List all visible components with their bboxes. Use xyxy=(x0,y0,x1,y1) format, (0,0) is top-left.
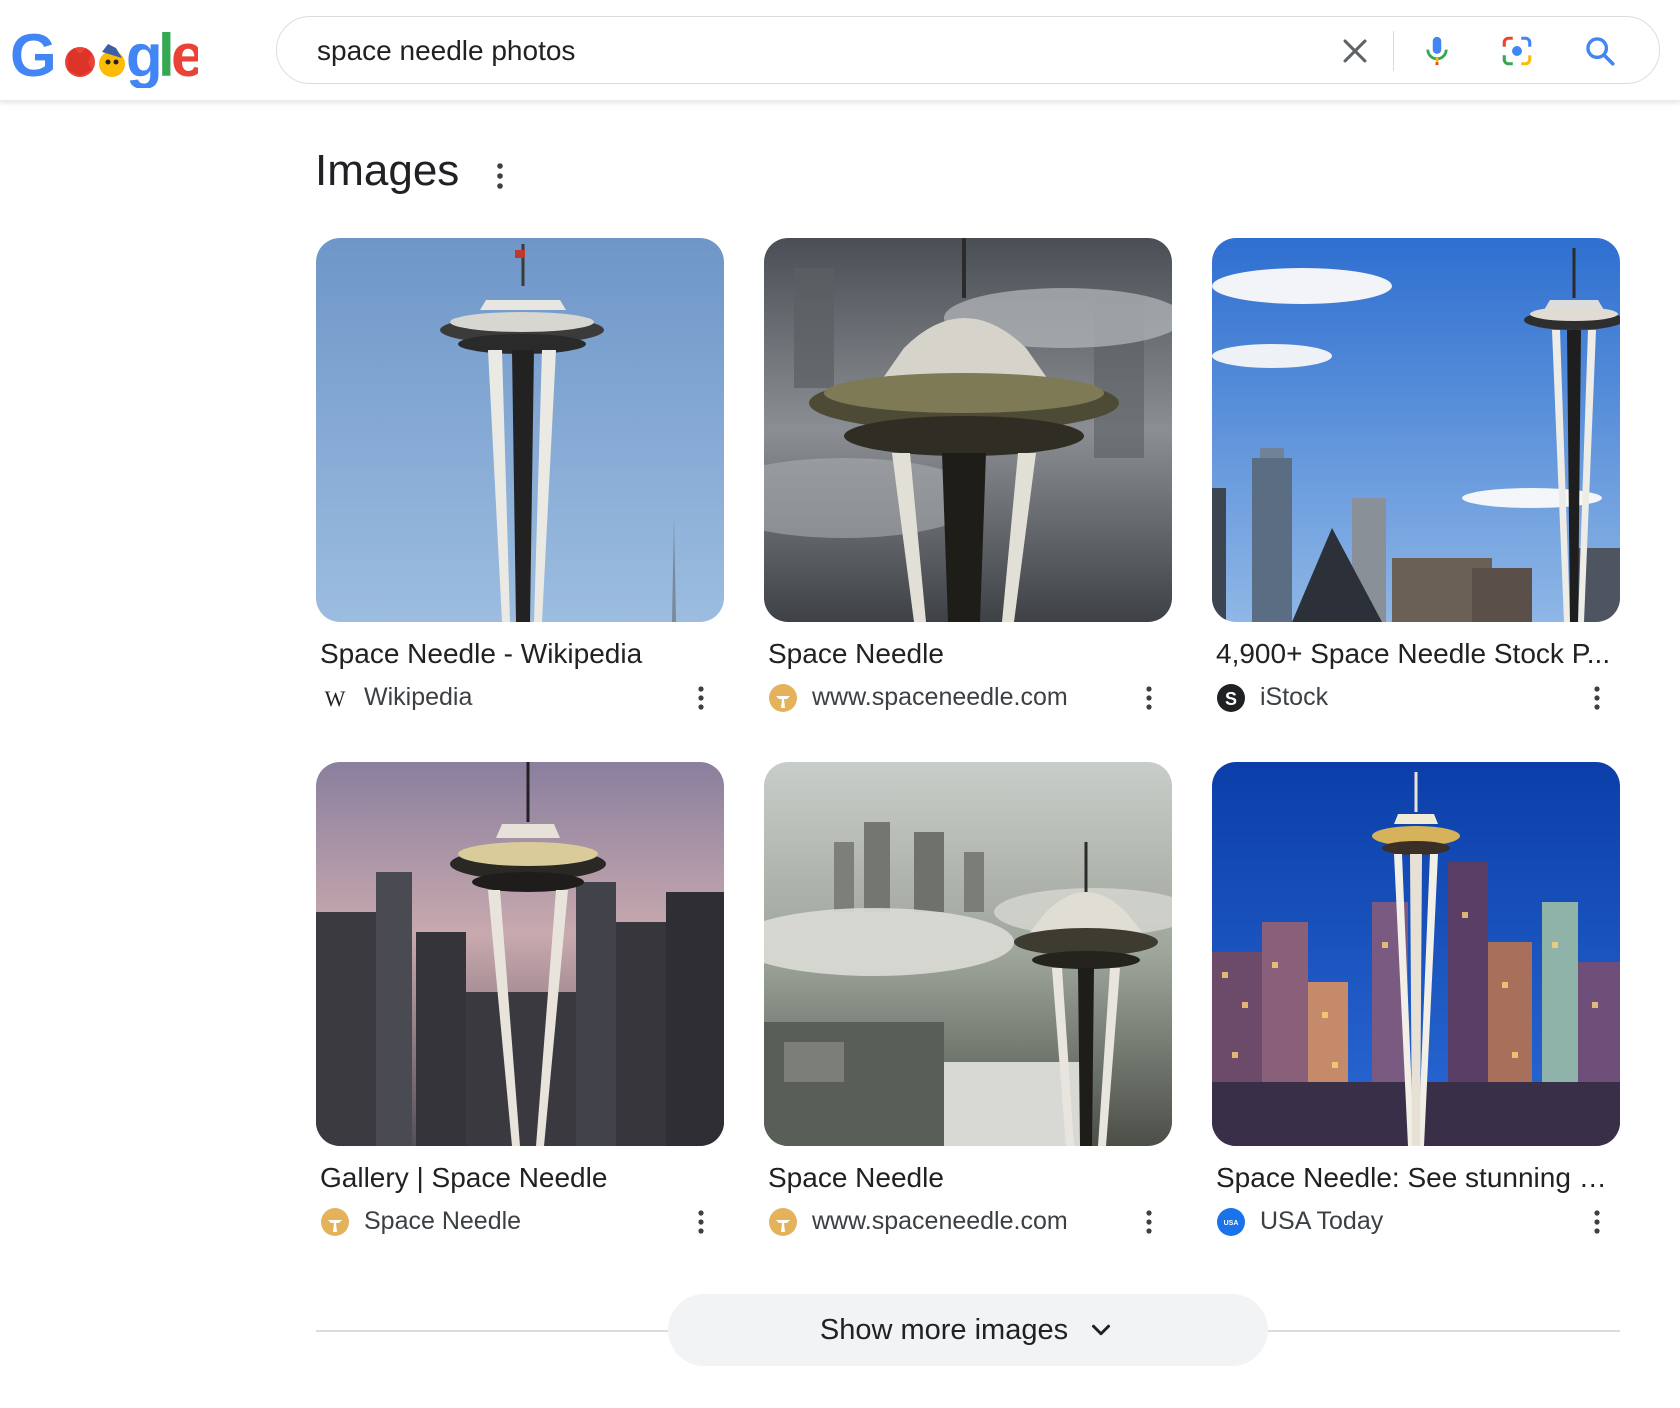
image-result-source-name[interactable]: www.spaceneedle.com xyxy=(812,1207,1068,1236)
spaceneedle-icon xyxy=(320,1207,350,1237)
image-result-card: 4,900+ Space Needle Stock P... S iStock xyxy=(1212,238,1620,716)
search-icon xyxy=(1586,37,1615,66)
space-needle-photo xyxy=(316,238,724,622)
space-needle-photo xyxy=(316,762,724,1146)
image-result-source-name[interactable]: www.spaceneedle.com xyxy=(812,683,1068,712)
image-result-source: USA USA Today xyxy=(1212,1204,1620,1240)
show-more-divider xyxy=(316,1330,676,1332)
image-result-more-button[interactable] xyxy=(1134,1204,1164,1240)
istock-icon: S xyxy=(1216,683,1246,713)
image-result-card: Gallery | Space Needle Space Needle xyxy=(316,762,724,1240)
image-result-more-button[interactable] xyxy=(686,680,716,716)
image-result-thumbnail[interactable] xyxy=(316,762,724,1146)
space-needle-photo xyxy=(1212,238,1620,622)
search-divider xyxy=(1393,31,1394,71)
clear-search-button[interactable] xyxy=(1333,29,1377,73)
image-result-title[interactable]: Space Needle - Wikipedia xyxy=(320,638,720,670)
image-result-more-button[interactable] xyxy=(686,1204,716,1240)
svg-text:S: S xyxy=(1225,689,1237,709)
google-doodle-logo[interactable]: G g l e xyxy=(8,18,204,89)
svg-text:USA: USA xyxy=(1224,1220,1239,1227)
image-result-more-button[interactable] xyxy=(1582,1204,1612,1240)
wikipedia-icon: W xyxy=(320,683,350,713)
chevron-down-icon xyxy=(1092,1324,1111,1336)
voice-search-button[interactable] xyxy=(1415,29,1459,73)
image-result-source-name[interactable]: Wikipedia xyxy=(364,683,472,712)
microphone-icon xyxy=(1426,36,1448,66)
image-result-more-button[interactable] xyxy=(1134,680,1164,716)
more-vert-icon xyxy=(698,1210,704,1234)
image-result-title[interactable]: Space Needle: See stunning p... xyxy=(1216,1162,1616,1194)
spaceneedle-icon xyxy=(768,683,798,713)
more-vert-icon xyxy=(1594,1210,1600,1234)
image-result-thumbnail[interactable] xyxy=(1212,238,1620,622)
show-more-divider xyxy=(1260,1330,1620,1332)
image-result-source: Space Needle xyxy=(316,1204,724,1240)
images-section-menu-button[interactable] xyxy=(488,158,512,194)
show-more-images-button[interactable]: Show more images xyxy=(668,1294,1268,1366)
space-needle-photo xyxy=(764,762,1172,1146)
space-needle-photo xyxy=(1212,762,1620,1146)
svg-text:e: e xyxy=(171,22,198,88)
image-result-card: Space Needle: See stunning p... USA USA … xyxy=(1212,762,1620,1240)
usatoday-icon: USA xyxy=(1216,1207,1246,1237)
image-result-source: www.spaceneedle.com xyxy=(764,680,1172,716)
image-result-card: Space Needle - Wikipedia W Wikipedia xyxy=(316,238,724,716)
spaceneedle-icon xyxy=(768,1207,798,1237)
search-box[interactable] xyxy=(276,16,1660,84)
more-vert-icon xyxy=(1146,1210,1152,1234)
image-result-more-button[interactable] xyxy=(1582,680,1612,716)
svg-text:W: W xyxy=(325,686,346,711)
google-lens-icon xyxy=(1502,36,1532,66)
image-result-title[interactable]: Gallery | Space Needle xyxy=(320,1162,720,1194)
svg-text:G: G xyxy=(10,22,57,88)
image-result-source-name[interactable]: Space Needle xyxy=(364,1207,521,1236)
space-needle-photo xyxy=(764,238,1172,622)
more-vert-icon xyxy=(497,163,503,189)
image-result-thumbnail[interactable] xyxy=(764,762,1172,1146)
image-result-source: www.spaceneedle.com xyxy=(764,1204,1172,1240)
close-icon xyxy=(1343,39,1367,63)
more-vert-icon xyxy=(698,686,704,710)
image-result-title[interactable]: Space Needle xyxy=(768,1162,1168,1194)
image-result-thumbnail[interactable] xyxy=(316,238,724,622)
image-result-thumbnail[interactable] xyxy=(1212,762,1620,1146)
google-lens-button[interactable] xyxy=(1495,29,1539,73)
image-result-thumbnail[interactable] xyxy=(764,238,1172,622)
search-input[interactable] xyxy=(317,31,1197,71)
image-result-card: Space Needle www.spaceneedle.com xyxy=(764,762,1172,1240)
more-vert-icon xyxy=(1146,686,1152,710)
images-section-title: Images xyxy=(315,146,460,195)
show-more-label: Show more images xyxy=(819,1313,1069,1346)
image-result-source: S iStock xyxy=(1212,680,1620,716)
image-result-title[interactable]: Space Needle xyxy=(768,638,1168,670)
image-result-card: Space Needle www.spaceneedle.com xyxy=(764,238,1172,716)
top-bar: G g l e xyxy=(0,0,1680,101)
search-button[interactable] xyxy=(1578,29,1622,73)
image-result-source-name[interactable]: USA Today xyxy=(1260,1207,1383,1236)
image-result-source-name[interactable]: iStock xyxy=(1260,683,1328,712)
image-result-title[interactable]: 4,900+ Space Needle Stock P... xyxy=(1216,638,1616,670)
image-result-source: W Wikipedia xyxy=(316,680,724,716)
more-vert-icon xyxy=(1594,686,1600,710)
